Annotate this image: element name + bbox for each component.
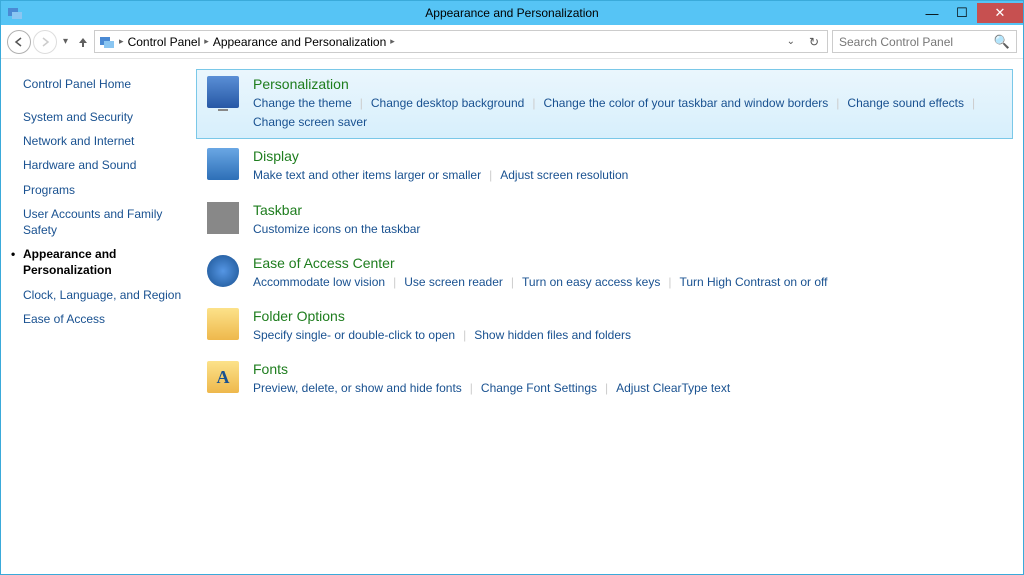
sidebar-item[interactable]: Hardware and Sound: [23, 157, 186, 173]
category-body: Ease of Access Center Accommodate low vis…: [253, 255, 1002, 292]
link-separator: |: [511, 273, 514, 292]
monitor-icon: [207, 76, 239, 108]
chevron-right-icon[interactable]: ▸: [204, 36, 209, 47]
category-link[interactable]: Show hidden files and folders: [474, 326, 631, 345]
category-link[interactable]: Make text and other items larger or smal…: [253, 166, 481, 185]
link-separator: |: [393, 273, 396, 292]
close-button[interactable]: ✕: [977, 3, 1023, 23]
category-link[interactable]: Preview, delete, or show and hide fonts: [253, 379, 462, 398]
category-links: Accommodate low vision | Use screen reader…: [253, 273, 1002, 292]
sidebar-item[interactable]: Programs: [23, 182, 186, 198]
link-separator: |: [470, 379, 473, 398]
category-link[interactable]: Change the theme: [253, 94, 352, 113]
category-row: Ease of Access Center Accommodate low vis…: [196, 248, 1013, 299]
category-title[interactable]: Taskbar: [253, 202, 1002, 218]
category-body: Personalization Change the theme | Change d…: [253, 76, 1002, 132]
category-link[interactable]: Change Font Settings: [481, 379, 597, 398]
back-button[interactable]: [7, 30, 31, 54]
window-controls: — ☐ ✕: [917, 3, 1023, 23]
category-links: Specify single- or double-click to open |…: [253, 326, 1002, 345]
address-bar[interactable]: ▸ Control Panel ▸ Appearance and Persona…: [94, 30, 828, 53]
titlebar[interactable]: Appearance and Personalization — ☐ ✕: [1, 1, 1023, 25]
search-icon[interactable]: 🔍: [994, 34, 1010, 50]
category-links: Customize icons on the taskbar: [253, 220, 1002, 239]
category-body: Folder Options Specify single- or double-…: [253, 308, 1002, 345]
link-separator: |: [463, 326, 466, 345]
category-links: Preview, delete, or show and hide fonts |…: [253, 379, 1002, 398]
sidebar: Control Panel Home System and Security Ne…: [1, 59, 196, 574]
category-link[interactable]: Adjust ClearType text: [616, 379, 730, 398]
link-separator: |: [972, 94, 975, 113]
category-title[interactable]: Fonts: [253, 361, 1002, 377]
content-area: Control Panel Home System and Security Ne…: [1, 59, 1023, 574]
category-link[interactable]: Specify single- or double-click to open: [253, 326, 455, 345]
link-separator: |: [836, 94, 839, 113]
link-separator: |: [360, 94, 363, 113]
link-separator: |: [489, 166, 492, 185]
category-row: Personalization Change the theme | Change d…: [196, 69, 1013, 139]
nav-dropdown-icon[interactable]: ▾: [63, 36, 68, 47]
sidebar-item[interactable]: Ease of Access: [23, 311, 186, 327]
category-row: Display Make text and other items larger …: [196, 141, 1013, 192]
breadcrumb-icon: [99, 34, 115, 50]
chevron-right-icon[interactable]: ▸: [390, 36, 395, 47]
category-link[interactable]: Accommodate low vision: [253, 273, 385, 292]
category-title[interactable]: Personalization: [253, 76, 1002, 92]
chevron-right-icon[interactable]: ▸: [119, 36, 124, 47]
window-title: Appearance and Personalization: [425, 6, 598, 20]
control-panel-window: Appearance and Personalization — ☐ ✕ ▾ ▸…: [0, 0, 1024, 575]
category-title[interactable]: Folder Options: [253, 308, 1002, 324]
sidebar-item[interactable]: System and Security: [23, 109, 186, 125]
fonts-icon: [207, 361, 239, 393]
link-separator: |: [532, 94, 535, 113]
breadcrumb-current[interactable]: Appearance and Personalization: [213, 35, 386, 49]
category-title[interactable]: Display: [253, 148, 1002, 164]
address-dropdown-icon[interactable]: ⌄: [787, 36, 795, 47]
access-icon: [207, 255, 239, 287]
sidebar-item[interactable]: Clock, Language, and Region: [23, 287, 186, 303]
category-body: Fonts Preview, delete, or show and hide f…: [253, 361, 1002, 398]
app-icon: [7, 5, 23, 21]
category-link[interactable]: Change the color of your taskbar and win…: [543, 94, 828, 113]
category-link[interactable]: Change screen saver: [253, 113, 367, 132]
up-button[interactable]: [74, 35, 92, 49]
category-link[interactable]: Turn High Contrast on or off: [679, 273, 827, 292]
search-placeholder: Search Control Panel: [839, 35, 994, 49]
sidebar-item[interactable]: Network and Internet: [23, 133, 186, 149]
maximize-button[interactable]: ☐: [947, 3, 977, 23]
sidebar-item[interactable]: Appearance and Personalization: [23, 246, 186, 278]
category-body: Taskbar Customize icons on the taskbar: [253, 202, 1002, 239]
category-links: Make text and other items larger or smal…: [253, 166, 1002, 185]
category-body: Display Make text and other items larger …: [253, 148, 1002, 185]
main-panel: Personalization Change the theme | Change d…: [196, 59, 1023, 574]
category-row: Folder Options Specify single- or double-…: [196, 301, 1013, 352]
link-separator: |: [605, 379, 608, 398]
display-icon: [207, 148, 239, 180]
search-box[interactable]: Search Control Panel 🔍: [832, 30, 1017, 53]
refresh-button[interactable]: ↻: [805, 35, 823, 49]
breadcrumb-root[interactable]: Control Panel: [128, 35, 201, 49]
sidebar-item[interactable]: User Accounts and Family Safety: [23, 206, 186, 238]
category-title[interactable]: Ease of Access Center: [253, 255, 1002, 271]
minimize-button[interactable]: —: [917, 3, 947, 23]
control-panel-home-link[interactable]: Control Panel Home: [23, 77, 186, 91]
category-link[interactable]: Change desktop background: [371, 94, 524, 113]
link-separator: |: [668, 273, 671, 292]
navigation-bar: ▾ ▸ Control Panel ▸ Appearance and Perso…: [1, 25, 1023, 59]
category-link[interactable]: Use screen reader: [404, 273, 503, 292]
category-row: Taskbar Customize icons on the taskbar: [196, 195, 1013, 246]
category-link[interactable]: Customize icons on the taskbar: [253, 220, 420, 239]
category-link[interactable]: Turn on easy access keys: [522, 273, 660, 292]
folder-icon: [207, 308, 239, 340]
category-links: Change the theme | Change desktop backgrou…: [253, 94, 1002, 132]
category-link[interactable]: Adjust screen resolution: [500, 166, 628, 185]
taskbar-icon: [207, 202, 239, 234]
category-row: Fonts Preview, delete, or show and hide f…: [196, 354, 1013, 405]
forward-button[interactable]: [33, 30, 57, 54]
category-link[interactable]: Change sound effects: [847, 94, 964, 113]
